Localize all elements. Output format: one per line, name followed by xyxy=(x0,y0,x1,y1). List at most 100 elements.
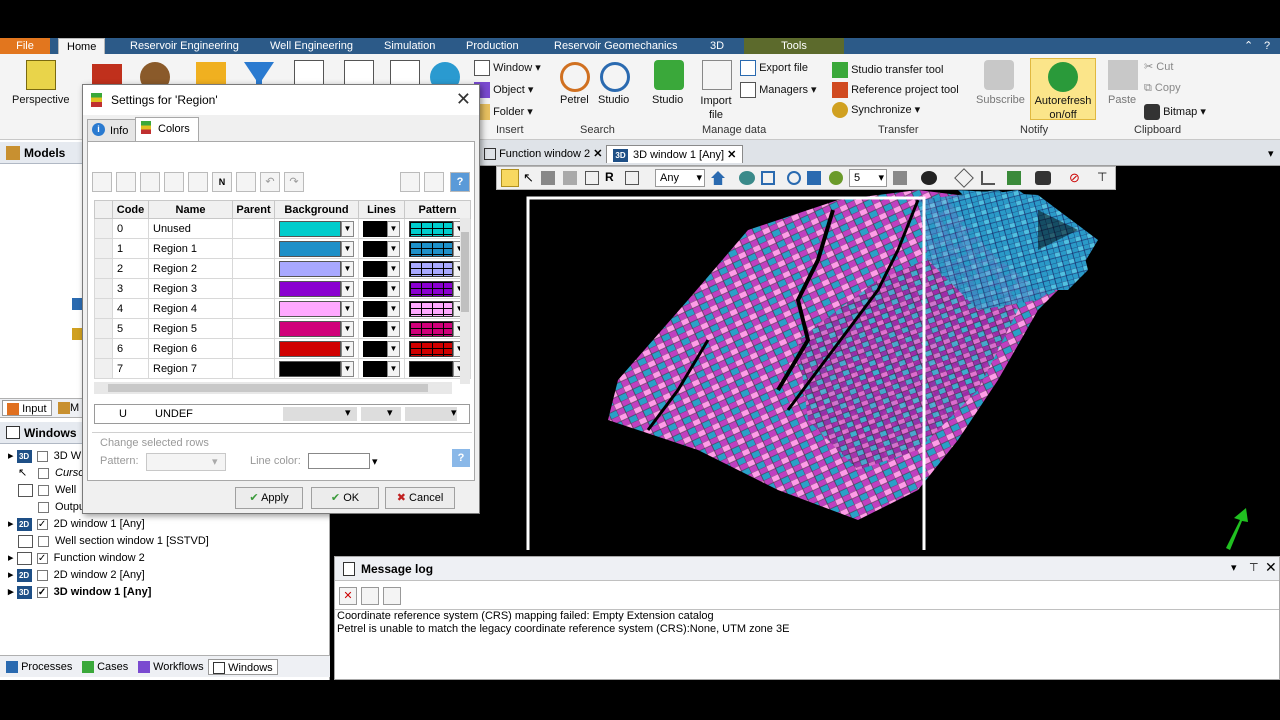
copy-log-icon[interactable] xyxy=(361,587,379,605)
add-row-icon[interactable] xyxy=(92,172,112,192)
lines-cell[interactable]: ▼ xyxy=(358,358,405,379)
help-icon[interactable]: ? xyxy=(1256,38,1278,54)
tab-home[interactable]: Home xyxy=(58,38,106,54)
background-swatch[interactable] xyxy=(279,360,341,377)
tab-tools[interactable]: Tools xyxy=(744,38,844,54)
window-row-3d-1[interactable]: ▸ 3D ✓ 3D window 1 [Any] xyxy=(8,584,151,601)
line-swatch[interactable] xyxy=(363,320,387,337)
checkbox[interactable] xyxy=(38,535,49,547)
tab-models[interactable]: M xyxy=(54,400,83,416)
studio-button[interactable]: Studio xyxy=(652,94,683,106)
target-icon[interactable] xyxy=(787,171,801,185)
background-cell[interactable]: ▼ xyxy=(274,278,359,299)
export-file-button[interactable]: Export file xyxy=(740,60,808,76)
background-cell[interactable]: ▼ xyxy=(274,358,359,379)
tab-reservoir-engineering[interactable]: Reservoir Engineering xyxy=(122,38,247,54)
code-cell[interactable]: 3 xyxy=(112,278,149,299)
parent-cell[interactable] xyxy=(232,238,275,259)
code-cell[interactable]: 6 xyxy=(112,338,149,359)
cut-button[interactable]: ✂ Cut xyxy=(1144,60,1173,73)
line-swatch[interactable] xyxy=(363,260,387,277)
clear-log-icon[interactable]: ✕ xyxy=(339,587,357,605)
pattern-swatch[interactable] xyxy=(409,260,453,277)
readout-icon[interactable]: R xyxy=(605,170,614,184)
checkbox[interactable] xyxy=(36,569,48,581)
table-row[interactable]: 1Region 1▼▼▼ xyxy=(94,238,471,259)
dropdown-arrow-icon[interactable]: ▼ xyxy=(341,360,354,377)
dropdown-arrow-icon[interactable]: ▼ xyxy=(387,240,400,257)
import-file-icon[interactable] xyxy=(702,60,732,90)
tabs-menu-icon[interactable]: ▾ xyxy=(1262,145,1280,163)
horizontal-scrollbar[interactable] xyxy=(94,382,452,394)
cancel-button[interactable]: ✖ Cancel xyxy=(385,487,455,509)
legend-icon[interactable] xyxy=(1007,171,1021,185)
dropdown-arrow-icon[interactable]: ▼ xyxy=(387,340,400,357)
perspective-button[interactable]: Perspective xyxy=(12,94,69,106)
log-pin-icon[interactable]: ⊤ xyxy=(1249,561,1259,574)
background-cell[interactable]: ▼ xyxy=(274,338,359,359)
screenshot-icon[interactable] xyxy=(1035,171,1051,185)
dropdown-arrow-icon[interactable]: ▾ xyxy=(451,406,457,419)
window-row-cursor[interactable]: ↖ Curso xyxy=(18,465,84,482)
table-row[interactable]: 2Region 2▼▼▼ xyxy=(94,258,471,279)
edit-colors-icon[interactable] xyxy=(236,172,256,192)
table-row[interactable]: 0Unused▼▼▼ xyxy=(94,218,471,239)
col-parent[interactable]: Parent xyxy=(232,200,275,219)
tab-function-window-2[interactable]: Function window 2 ✕ xyxy=(478,145,608,163)
managers-button[interactable]: Managers ▾ xyxy=(740,82,817,98)
checkbox[interactable] xyxy=(36,450,48,462)
help-icon[interactable]: ? xyxy=(452,449,470,467)
checkbox[interactable]: ✓ xyxy=(36,586,48,598)
dropdown-arrow-icon[interactable]: ▼ xyxy=(341,320,354,337)
row-header[interactable] xyxy=(94,338,113,359)
dropdown-arrow-icon[interactable]: ▼ xyxy=(387,360,400,377)
undo-icon[interactable]: ↶ xyxy=(260,172,280,192)
window-row-2d-1[interactable]: ▸ 2D ✓ 2D window 1 [Any] xyxy=(8,516,145,533)
background-swatch[interactable] xyxy=(279,240,341,257)
line-swatch[interactable] xyxy=(363,240,387,257)
background-swatch[interactable] xyxy=(279,280,341,297)
tab-workflows[interactable]: Workflows xyxy=(134,659,208,675)
undef-pattern-swatch[interactable] xyxy=(405,407,457,421)
move-row-icon[interactable] xyxy=(140,172,160,192)
background-swatch[interactable] xyxy=(279,300,341,317)
dropdown-arrow-icon[interactable]: ▼ xyxy=(341,260,354,277)
view-all-icon[interactable] xyxy=(761,171,775,185)
parent-cell[interactable] xyxy=(232,338,275,359)
line-swatch[interactable] xyxy=(363,340,387,357)
lines-cell[interactable]: ▼ xyxy=(358,238,405,259)
background-swatch[interactable] xyxy=(279,340,341,357)
log-menu-icon[interactable]: ▾ xyxy=(1231,561,1237,574)
bitmap-button[interactable]: Bitmap ▾ xyxy=(1144,104,1206,120)
dropdown-arrow-icon[interactable]: ▼ xyxy=(387,220,400,237)
merge-row-icon[interactable] xyxy=(164,172,184,192)
background-swatch[interactable] xyxy=(279,220,341,237)
col-background[interactable]: Background xyxy=(274,200,359,219)
save-log-icon[interactable] xyxy=(383,587,401,605)
tab-3d[interactable]: 3D xyxy=(702,38,732,54)
line-swatch[interactable] xyxy=(363,360,387,377)
cut-plane-icon[interactable] xyxy=(954,168,974,188)
background-cell[interactable]: ▼ xyxy=(274,318,359,339)
dropdown-arrow-icon[interactable]: ▾ xyxy=(387,406,393,419)
select-pointer-icon[interactable]: ↖ xyxy=(523,170,534,186)
pattern-swatch[interactable] xyxy=(409,320,453,337)
name-cell[interactable]: Region 5 xyxy=(148,318,233,339)
home-view-icon[interactable] xyxy=(711,171,725,185)
row-header[interactable] xyxy=(94,298,113,319)
col-lines[interactable]: Lines xyxy=(358,200,405,219)
dropdown-arrow-icon[interactable]: ▼ xyxy=(387,300,400,317)
studio-transfer-tool-button[interactable]: Studio transfer tool xyxy=(832,62,943,78)
code-cell[interactable]: 0 xyxy=(112,218,149,239)
code-cell[interactable]: 4 xyxy=(112,298,149,319)
log-close-icon[interactable]: ✕ xyxy=(1265,559,1277,576)
code-cell[interactable]: 1 xyxy=(112,238,149,259)
checkbox[interactable]: ✓ xyxy=(36,518,48,530)
studio-icon[interactable] xyxy=(654,60,684,90)
parent-cell[interactable] xyxy=(232,298,275,319)
dialog-close-icon[interactable]: ✕ xyxy=(456,89,471,109)
delete-row-icon[interactable] xyxy=(188,172,208,192)
z-scale-input[interactable]: 5 ▾ xyxy=(849,169,887,187)
globe-icon[interactable] xyxy=(829,171,843,185)
col-pattern[interactable]: Pattern xyxy=(404,200,471,219)
